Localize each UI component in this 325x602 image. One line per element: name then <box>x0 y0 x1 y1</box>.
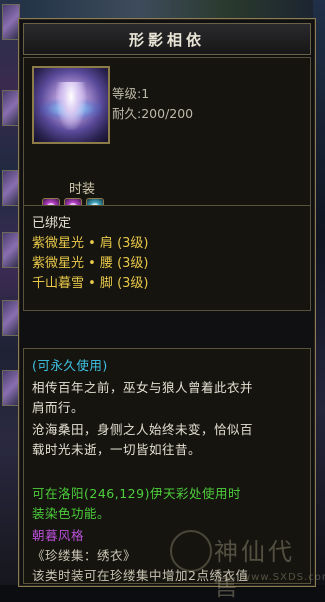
binding-panel: 已绑定 紫微星光 • 肩 (3级) 紫微星光 • 腰 (3级) 千山暮雪 • 脚… <box>23 205 311 311</box>
style-label: 朝暮风格 <box>32 528 85 543</box>
item-info-panel: 等级:1 耐久:200/200 时装 <box>23 57 311 221</box>
tooltip-title-bar: 形影相依 <box>23 23 311 55</box>
set-item: 千山暮雪 • 脚 (3级) <box>32 276 149 291</box>
portrait-figure <box>56 82 86 130</box>
item-level: 等级:1 <box>112 86 150 101</box>
watermark-logo-icon <box>170 530 212 572</box>
item-durability: 耐久:200/200 <box>112 106 194 121</box>
usage-duration: (可永久使用) <box>32 358 108 373</box>
lore-line: 相传百年之前，巫女与狼人曾着此衣并 <box>32 380 254 395</box>
lore-line: 载时光未逝，一切皆如往昔。 <box>32 442 202 457</box>
lore-line: 肩而行。 <box>32 400 85 415</box>
item-portrait <box>32 66 110 144</box>
watermark-url: www.SXDS.com <box>242 572 325 583</box>
collection-name: 《珍缕集：绣衣》 <box>32 548 137 563</box>
watermark-text: 神仙代售 <box>214 538 295 601</box>
dye-info-line: 可在洛阳(246,129)伊天彩处使用时 <box>32 486 241 501</box>
item-category: 时装 <box>69 182 96 197</box>
set-item: 紫微星光 • 肩 (3级) <box>32 236 149 251</box>
set-item: 紫微星光 • 腰 (3级) <box>32 256 149 271</box>
bind-status: 已绑定 <box>32 216 72 231</box>
game-background-top <box>22 0 313 20</box>
lore-line: 沧海桑田，身侧之人始终未变，恰似百 <box>32 422 254 437</box>
item-tooltip: 形影相依 等级:1 耐久:200/200 时装 已绑定 紫微星光 • 肩 (3级… <box>18 18 316 587</box>
item-name: 形影相依 <box>128 30 205 49</box>
dye-info-line: 装染色功能。 <box>32 506 111 521</box>
site-watermark: 神仙代售 www.SXDS.com <box>170 530 325 601</box>
